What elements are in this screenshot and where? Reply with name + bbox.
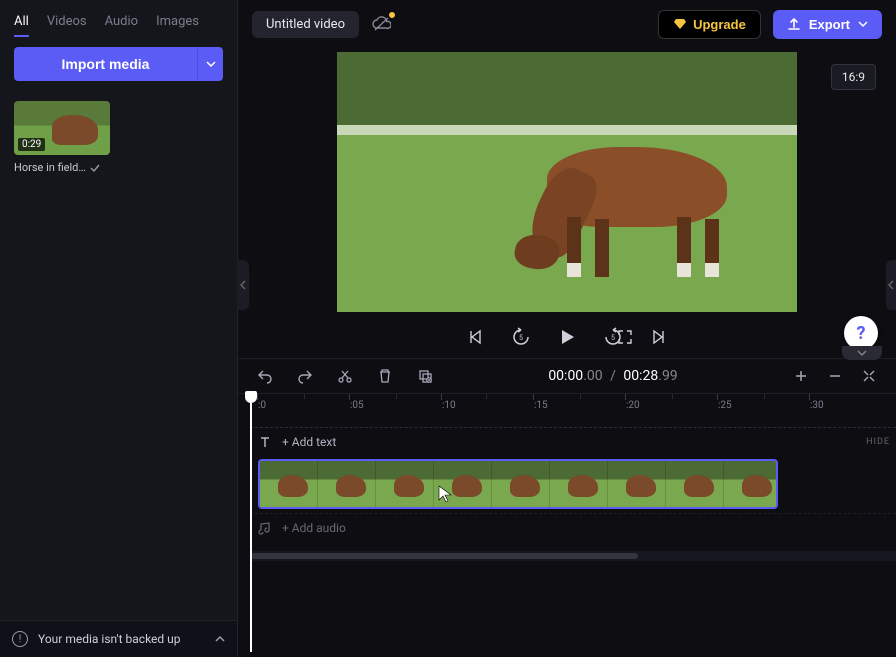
add-audio-label: + Add audio [282,521,346,535]
chevron-down-icon [858,19,868,29]
top-bar: Untitled video Upgrade Export [238,0,896,48]
zoom-fit-button[interactable] [860,367,878,385]
right-panel-handle[interactable] [886,260,896,310]
tab-audio[interactable]: Audio [105,14,138,29]
import-media-dropdown[interactable] [197,47,223,81]
split-button[interactable] [336,367,354,385]
ruler-tick: :15 [534,400,548,411]
skip-end-button[interactable] [648,326,670,348]
upload-icon [787,17,801,31]
video-clip[interactable] [258,459,778,509]
ruler-tick: :25 [718,400,732,411]
timeline-tracks: + Add text HIDE + Add audio [238,427,896,561]
video-track[interactable] [250,455,896,513]
fullscreen-button[interactable] [614,326,636,348]
add-text-label: + Add text [282,435,336,449]
ruler-tick: :30 [810,400,824,411]
delete-button[interactable] [376,367,394,385]
export-button[interactable]: Export [773,10,882,39]
project-title[interactable]: Untitled video [252,11,359,38]
panel-collapse-toggle[interactable] [842,346,882,360]
backup-message: Your media isn't backed up [38,632,181,646]
help-button[interactable]: ? [844,316,878,350]
import-media-button[interactable]: Import media [14,47,197,81]
music-icon [258,521,272,535]
duplicate-button[interactable] [416,367,434,385]
timeline-scrollbar[interactable] [250,551,896,561]
preview-area: 16:9 ? 5 [238,48,896,358]
media-name: Horse in field… [14,161,86,174]
aspect-ratio-selector[interactable]: 16:9 [831,64,876,90]
timecode-display: 00:00.00 / 00:28.99 [456,368,770,384]
tab-videos[interactable]: Videos [47,14,87,29]
chevron-down-icon [206,59,216,69]
tab-all[interactable]: All [14,14,29,37]
playback-controls: 5 5 [464,312,670,358]
editor-main: Untitled video Upgrade Export 16:9 [238,0,896,657]
backup-notice[interactable]: ! Your media isn't backed up [0,620,237,657]
rewind-5-button[interactable]: 5 [510,326,532,348]
skip-start-button[interactable] [464,326,486,348]
media-grid: 0:29 Horse in field… [0,91,237,184]
timeline-ruler[interactable]: :0 :05 :10 :15 :20 :25 :30 [238,393,896,427]
info-icon: ! [12,631,28,647]
media-tabs: All Videos Audio Images [0,0,237,37]
ruler-tick: :05 [350,400,364,411]
text-icon [258,435,272,449]
media-thumbnail: 0:29 [14,101,110,155]
zoom-out-button[interactable] [826,367,844,385]
cloud-sync-icon[interactable] [371,16,391,32]
play-button[interactable] [556,326,578,348]
playhead[interactable] [250,392,252,652]
diamond-icon [673,17,687,31]
ruler-tick: :10 [442,400,456,411]
zoom-in-button[interactable] [792,367,810,385]
tab-images[interactable]: Images [156,14,199,29]
svg-text:5: 5 [519,334,523,342]
undo-button[interactable] [256,367,274,385]
hide-track-label[interactable]: HIDE [866,437,890,447]
check-icon [90,163,100,173]
ruler-tick: :20 [626,400,640,411]
ruler-tick: :0 [258,400,266,411]
chevron-up-icon [215,634,225,644]
video-preview[interactable] [337,52,797,312]
audio-track[interactable]: + Add audio [250,513,896,541]
text-track[interactable]: + Add text HIDE [250,427,896,455]
media-item[interactable]: 0:29 Horse in field… [14,101,110,174]
media-duration: 0:29 [18,138,45,151]
media-sidebar: All Videos Audio Images Import media 0:2… [0,0,238,657]
timeline-toolbar: 00:00.00 / 00:28.99 [238,358,896,393]
redo-button[interactable] [296,367,314,385]
upgrade-button[interactable]: Upgrade [658,10,761,39]
